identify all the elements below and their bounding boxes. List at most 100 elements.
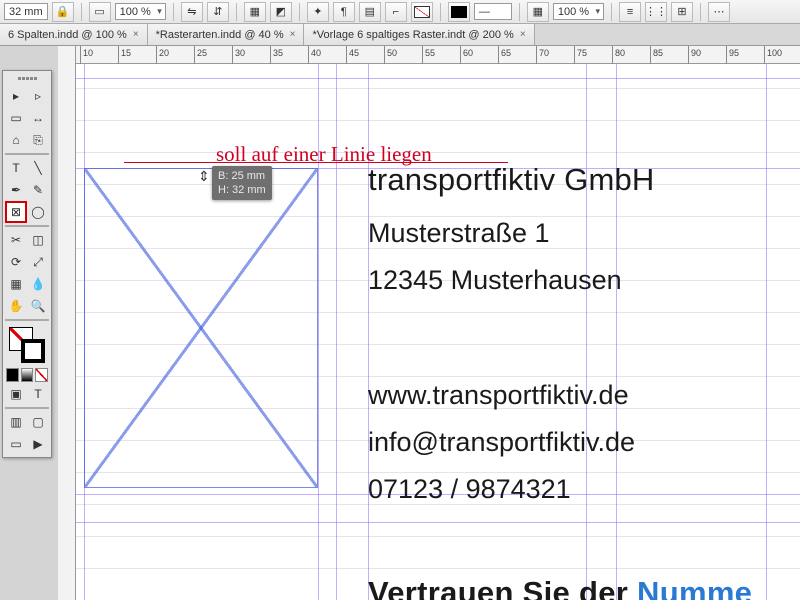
control-bar: 32 mm 🔒 ▭ 100 % ⇋ ⇵ ▦ ◩ ✦ ¶ ▤ ⌐ — ▦ 100 … [0,0,800,24]
zoom-tool[interactable]: 🔍 [27,295,49,317]
tool-palette[interactable]: ▸ ▹ ▭ ↔ ⌂ ⎘ T ╲ ✒ ✎ ⊠ ◯ ✂ ◫ ⟳ ⤢ ▦ 💧 ✋ 🔍 … [2,70,52,458]
apply-color-icon[interactable] [6,368,19,382]
page-tool[interactable]: ▭ [5,107,27,129]
fill-black-icon[interactable] [448,2,470,22]
separator [5,153,49,155]
pen-tool[interactable]: ✒ [5,179,27,201]
selection-tool[interactable]: ▸ [5,85,27,107]
align-icon[interactable]: ≡ [619,2,641,22]
preview-view-icon[interactable]: ▢ [27,411,49,433]
close-icon[interactable]: × [133,29,139,40]
palette-grip[interactable] [5,73,49,83]
formatting-container-icon[interactable]: ▣ [5,383,27,405]
fitpage-icon[interactable]: ▭ [89,2,111,22]
resize-cursor-icon: ⇕ [198,168,210,185]
hand-tool[interactable]: ✋ [5,295,27,317]
snap-icon[interactable]: ⊞ [671,2,693,22]
ruler-tick: 25 [197,48,207,58]
document-tab-bar: 6 Spalten.indd @ 100 % × *Rasterarten.in… [0,24,800,46]
city: 12345 Musterhausen [368,265,800,296]
content-placer-tool[interactable]: ⎘ [27,129,49,151]
rotate-tool[interactable]: ⟳ [5,251,27,273]
horizontal-ruler[interactable]: 10 15 20 25 30 35 40 45 50 55 60 65 70 7… [58,46,800,64]
tab-doc-2[interactable]: *Rasterarten.indd @ 40 % × [148,24,305,45]
apply-gradient-icon[interactable] [21,368,34,382]
rectangle-frame-tool[interactable]: ⊠ [5,201,27,223]
pencil-tool[interactable]: ✎ [27,179,49,201]
ruler-tick: 70 [539,48,549,58]
ruler-tick: 90 [691,48,701,58]
text-frame[interactable]: transportfiktiv GmbH Musterstraße 1 1234… [368,162,800,600]
line-tool[interactable]: ╲ [27,157,49,179]
ruler-tick: 40 [311,48,321,58]
separator [5,407,49,409]
vertical-ruler[interactable] [58,46,76,600]
menu-icon[interactable]: ⋯ [708,2,730,22]
dim-width: B: 25 mm [218,169,266,183]
formatting-text-icon[interactable]: T [27,383,49,405]
corner-icon[interactable]: ⌐ [385,2,407,22]
close-icon[interactable]: × [290,29,296,40]
screen-mode-icon[interactable]: ▭ [5,433,27,455]
apply-none-icon[interactable] [35,368,48,382]
type-tool[interactable]: T [5,157,27,179]
ellipse-tool[interactable]: ◯ [27,201,49,223]
ruler-tick: 95 [729,48,739,58]
content-collector-tool[interactable]: ⌂ [5,129,27,151]
website: www.transportfiktiv.de [368,380,800,411]
textwrap-icon[interactable]: ▤ [359,2,381,22]
tab-label: 6 Spalten.indd @ 100 % [8,29,127,41]
company-name: transportfiktiv GmbH [368,162,800,198]
zoom-field-2[interactable]: 100 % [553,3,604,20]
arrange-icon[interactable]: ▦ [244,2,266,22]
zoom-field-1[interactable]: 100 % [115,3,166,20]
flip-h-icon[interactable]: ⇋ [181,2,203,22]
empty-image-frame[interactable] [84,168,318,488]
tab-label: *Rasterarten.indd @ 40 % [156,29,284,41]
ruler-tick: 75 [577,48,587,58]
ruler-tick: 30 [235,48,245,58]
ruler-tick: 60 [463,48,473,58]
tagline-highlight: Numme [637,575,752,600]
document-canvas[interactable]: soll auf einer Linie liegen ⇕ B: 25 mm H… [76,64,800,600]
ruler-tick: 15 [121,48,131,58]
separator [5,319,49,321]
tab-doc-1[interactable]: 6 Spalten.indd @ 100 % × [0,24,148,45]
email: info@transportfiktiv.de [368,427,800,458]
direct-selection-tool[interactable]: ▹ [27,85,49,107]
separator [5,225,49,227]
dimension-tooltip: B: 25 mm H: 32 mm [212,166,272,200]
fill-stroke-proxy[interactable] [7,325,47,365]
gradient-tool[interactable]: ▦ [5,273,27,295]
row-guide[interactable] [76,78,800,79]
grid-icon[interactable]: ▦ [527,2,549,22]
ruler-tick: 45 [349,48,359,58]
ruler-tick: 85 [653,48,663,58]
tab-doc-3[interactable]: *Vorlage 6 spaltiges Raster.indt @ 200 %… [304,24,534,45]
stroke-weight[interactable]: — [474,3,512,20]
offset-field[interactable]: 32 mm [4,3,48,20]
select-icon[interactable]: ◩ [270,2,292,22]
gap-tool[interactable]: ↔ [27,107,49,129]
stroke-swatch[interactable] [411,2,433,22]
paragraph-icon[interactable]: ¶ [333,2,355,22]
tagline: Vertrauen Sie der Numme [368,575,800,600]
street: Musterstraße 1 [368,218,800,249]
flip-v-icon[interactable]: ⇵ [207,2,229,22]
ruler-tick: 55 [425,48,435,58]
distribute-icon[interactable]: ⋮⋮ [645,2,667,22]
stroke-swatch[interactable] [21,339,45,363]
effects-icon[interactable]: ✦ [307,2,329,22]
presentation-icon[interactable]: ▶ [27,433,49,455]
close-icon[interactable]: × [520,29,526,40]
ruler-tick: 35 [273,48,283,58]
phone: 07123 / 9874321 [368,474,800,505]
lock-icon[interactable]: 🔒 [52,2,74,22]
scale-tool[interactable]: ⤢ [27,251,49,273]
scissors-tool[interactable]: ✂ [5,229,27,251]
normal-view-icon[interactable]: ▥ [5,411,27,433]
ruler-tick: 80 [615,48,625,58]
eyedropper-tool[interactable]: 💧 [27,273,49,295]
ruler-tick: 20 [159,48,169,58]
free-transform-tool[interactable]: ◫ [27,229,49,251]
